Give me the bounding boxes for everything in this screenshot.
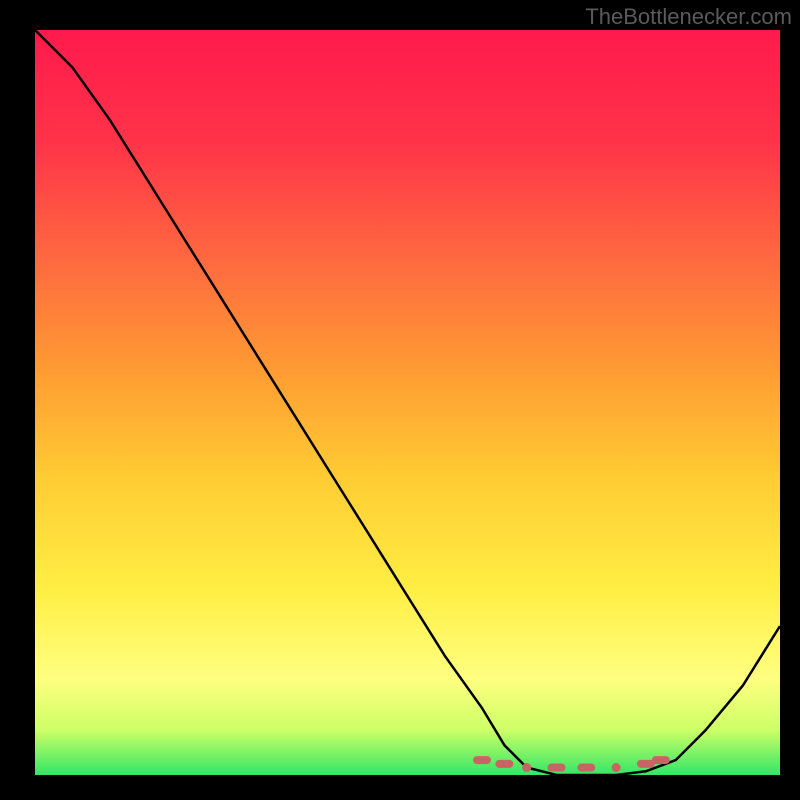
chart-area	[35, 30, 780, 775]
bottleneck-curve	[35, 30, 780, 775]
chart-curve-layer	[35, 30, 780, 775]
optimal-zone-markers	[473, 756, 670, 772]
watermark-text: TheBottlenecker.com	[585, 4, 792, 30]
